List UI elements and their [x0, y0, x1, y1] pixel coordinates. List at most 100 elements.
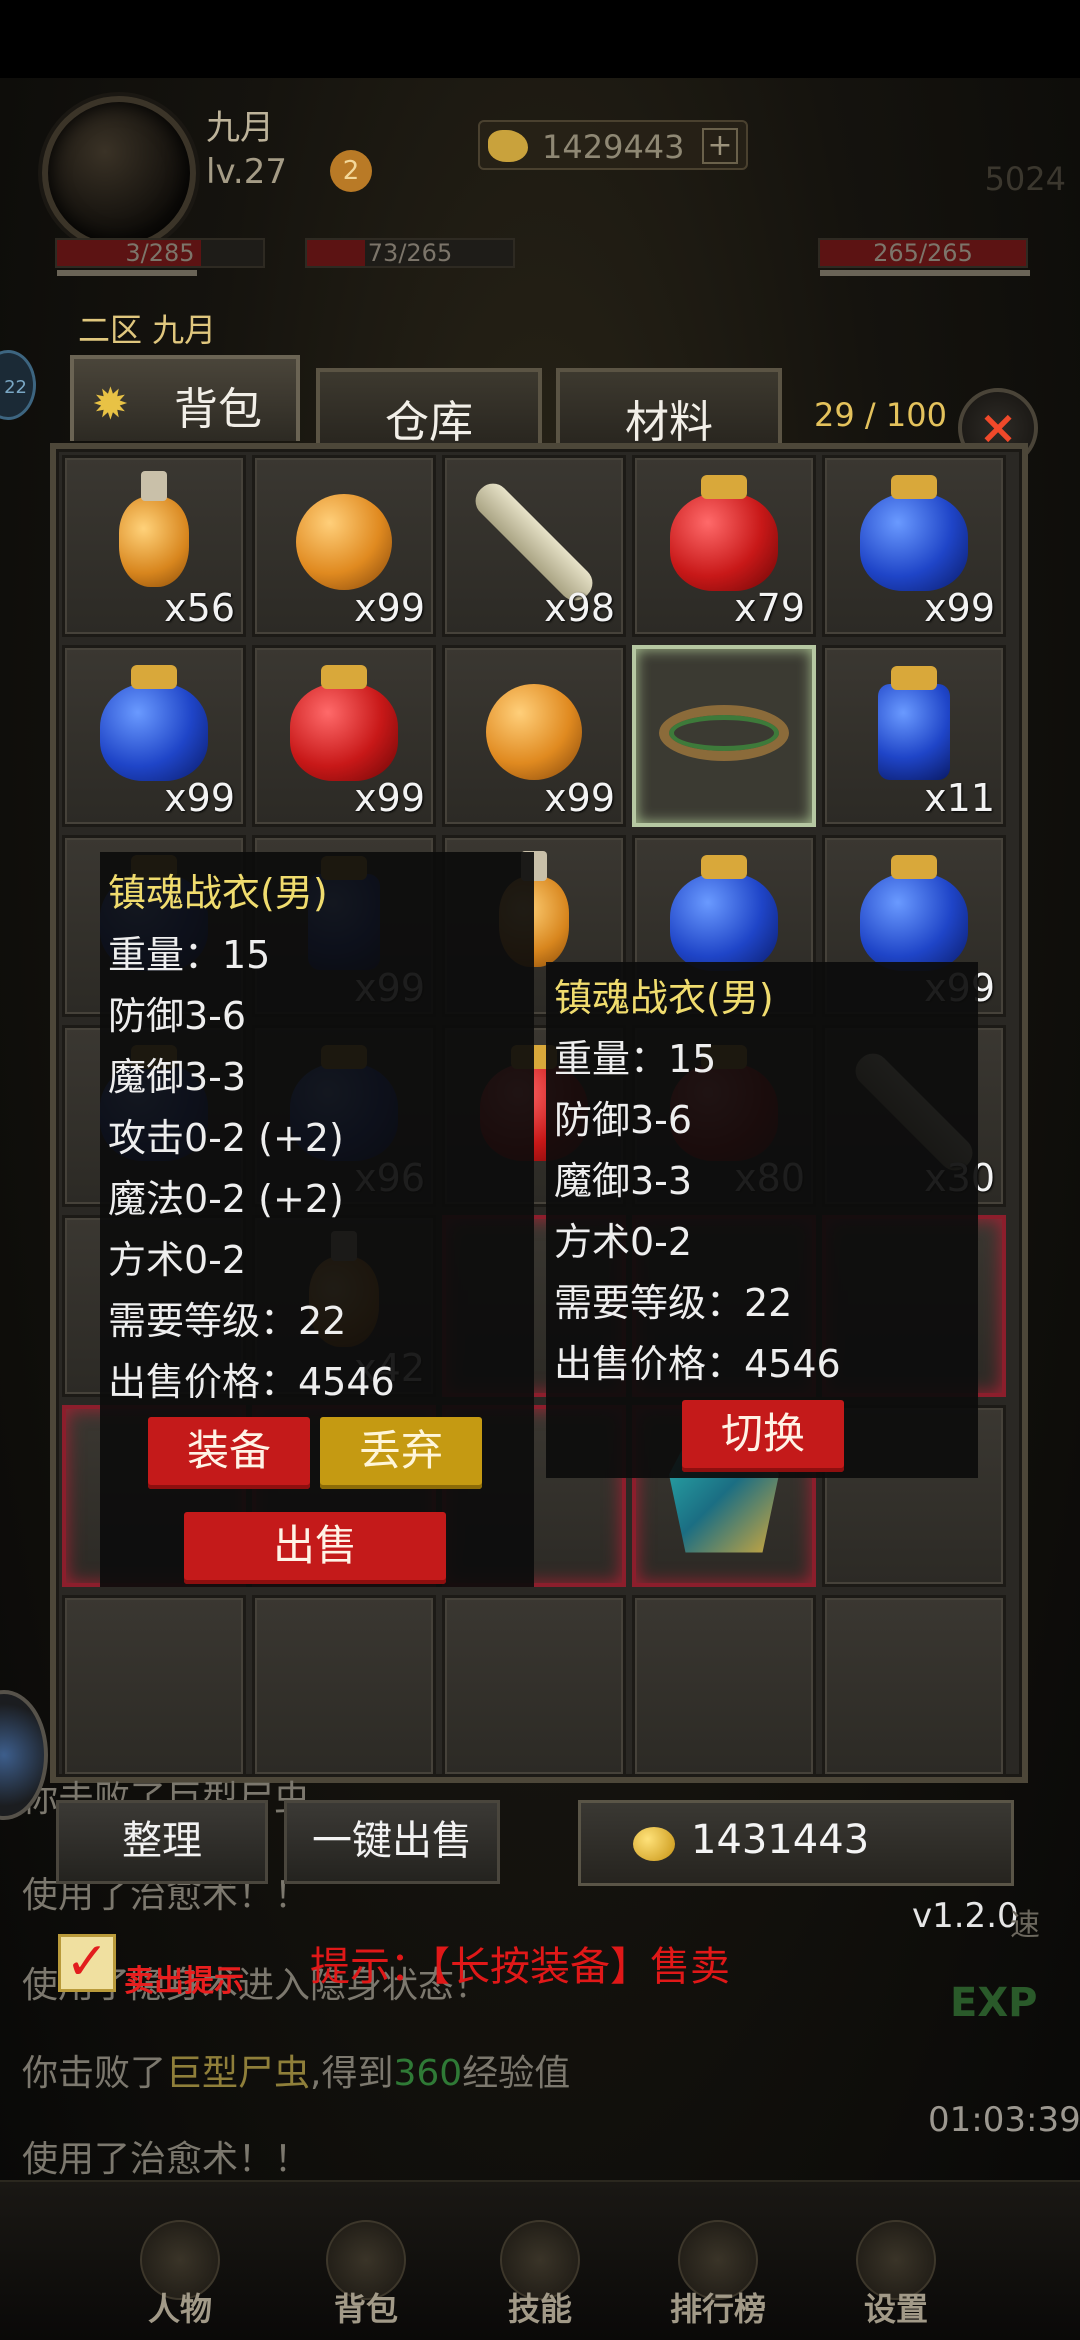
tooltip-item-name: 镇魂战衣(男): [554, 976, 774, 1020]
game-clock: 01:03:39: [928, 2100, 1080, 2140]
player-name: 九月: [206, 108, 274, 148]
version-label: v1.2.0: [912, 1896, 1019, 1936]
inventory-slot[interactable]: [442, 1595, 626, 1777]
top-gold-value: 1429443: [542, 128, 685, 166]
jar-blue-icon: [100, 665, 208, 782]
tooltip-stat: 需要等级：22: [108, 1299, 347, 1343]
gear-icon: ✹: [92, 379, 129, 430]
gold-value: 1431443: [691, 1817, 870, 1863]
bottle-blue-icon: [878, 666, 950, 781]
nav-leaderboard[interactable]: 排行榜: [648, 2220, 788, 2340]
player-avatar[interactable]: [42, 96, 196, 250]
discard-button[interactable]: 丢弃: [320, 1417, 482, 1489]
exp-icon[interactable]: EXP: [950, 1980, 1060, 2080]
inventory-slot[interactable]: x98: [442, 455, 626, 637]
flask-icon: [119, 471, 189, 588]
inventory-slot[interactable]: x56: [62, 455, 246, 637]
tab-backpack[interactable]: ✹ 背包: [70, 355, 300, 441]
game-screen: 九月 lv.27 2 1429443 + 5024 3/285 73/265 2…: [0, 0, 1080, 2340]
inventory-slot[interactable]: [252, 1595, 436, 1777]
nav-settings[interactable]: 设置: [826, 2220, 966, 2340]
item-tooltip-equipped: 镇魂战衣(男) 重量：15 防御3-6 魔御3-3 攻击0-2 (+2) 魔法0…: [100, 852, 534, 1587]
item-quantity: x99: [924, 586, 995, 630]
inventory-slot[interactable]: [632, 1595, 816, 1777]
inventory-slot[interactable]: [822, 1595, 1006, 1777]
nav-label: 背包: [333, 2290, 398, 2328]
hp-bar-text: 3/285: [125, 239, 195, 267]
gold-display: 1431443: [578, 1800, 1014, 1886]
tooltip-stat: 攻击0-2 (+2): [108, 1116, 344, 1160]
mp-bar: 73/265: [305, 238, 515, 268]
nav-skills[interactable]: 技能: [470, 2220, 610, 2340]
inventory-slot[interactable]: x99: [822, 455, 1006, 637]
item-quantity: x99: [354, 776, 425, 820]
tooltip-stat: 魔御3-3: [108, 1055, 247, 1099]
tooltip-stat: 防御3-6: [108, 994, 247, 1038]
add-gold-button[interactable]: +: [702, 128, 738, 164]
gold-coin-icon: [633, 1827, 675, 1861]
inventory-slot[interactable]: x79: [632, 455, 816, 637]
sell-all-button[interactable]: 一键出售: [284, 1800, 500, 1884]
roundpot-icon: [296, 494, 392, 591]
nav-label: 人物: [147, 2290, 212, 2328]
hp-sub-bar: [57, 270, 197, 276]
tab-backpack-label: 背包: [174, 384, 262, 435]
log-text: 你击败了: [22, 2053, 167, 2094]
tooltip-stat: 防御3-6: [554, 1098, 693, 1142]
tooltip-stat: 魔御3-3: [554, 1159, 693, 1203]
item-quantity: x11: [924, 776, 995, 820]
jar-blue-icon: [670, 855, 778, 972]
item-quantity: x79: [734, 586, 805, 630]
inventory-slot[interactable]: x99: [252, 455, 436, 637]
jar-lid: [701, 855, 747, 880]
tooltip-stat: 方术0-2: [108, 1238, 247, 1282]
nav-label: 排行榜: [669, 2290, 766, 2328]
hp-bar: 3/285: [55, 238, 265, 276]
item-quantity: x99: [354, 586, 425, 630]
power-value: 5024: [984, 160, 1066, 198]
nav-character[interactable]: 人物: [110, 2220, 250, 2340]
jar-red-icon: [290, 665, 398, 782]
sell-prompt-checkbox[interactable]: ✓: [58, 1934, 116, 1992]
equip-button[interactable]: 装备: [148, 1417, 310, 1489]
jar-lid: [891, 475, 937, 500]
target-sub-bar: [820, 270, 1030, 276]
jar-lid: [131, 665, 177, 690]
switch-button[interactable]: 切换: [682, 1400, 844, 1472]
mp-bar-text: 73/265: [367, 239, 453, 267]
inventory-slot[interactable]: x99: [62, 645, 246, 827]
log-exp-value: 360: [393, 2053, 463, 2094]
tooltip-sell-price: 出售价格：4546: [554, 1342, 841, 1386]
jar-lid: [321, 665, 367, 690]
sort-button[interactable]: 整理: [56, 1800, 268, 1884]
tooltip-stat: 重量：15: [108, 933, 271, 977]
log-monster-name: 巨型尸虫: [166, 2053, 311, 2094]
status-bar: [0, 0, 1080, 78]
sell-prompt-label: 卖出提示: [124, 1964, 244, 1999]
bottom-nav: 人物 背包 技能 排行榜 设置: [0, 2180, 1080, 2340]
log-line: 使用了治愈术！！: [22, 2139, 311, 2180]
tab-materials[interactable]: 材料: [556, 368, 782, 454]
tooltip-stat: 方术0-2: [554, 1220, 693, 1264]
left-side-button[interactable]: 22: [0, 350, 36, 420]
flask-cork: [141, 471, 167, 502]
inventory-slot[interactable]: [632, 645, 816, 827]
jar-lid: [891, 855, 937, 880]
target-hp-bar: 265/265: [818, 238, 1030, 276]
tooltip-stat: 需要等级：22: [554, 1281, 793, 1325]
log-line: 你击败了巨型尸虫,得到360经验值: [22, 2044, 570, 2096]
inventory-slot[interactable]: x11: [822, 645, 1006, 827]
log-text: ,得到: [310, 2053, 394, 2094]
inventory-slot[interactable]: x99: [252, 645, 436, 827]
jar-red-icon: [670, 475, 778, 592]
jar-lid: [701, 475, 747, 500]
tooltip-stat: 重量：15: [554, 1037, 717, 1081]
tab-warehouse[interactable]: 仓库: [316, 368, 542, 454]
ingot-icon: [488, 130, 528, 162]
target-hp-bar-text: 265/265: [873, 239, 973, 267]
sell-button[interactable]: 出售: [184, 1512, 446, 1584]
inventory-slot[interactable]: [62, 1595, 246, 1777]
inventory-slot[interactable]: x99: [442, 645, 626, 827]
nav-backpack[interactable]: 背包: [296, 2220, 436, 2340]
item-quantity: x98: [544, 586, 615, 630]
